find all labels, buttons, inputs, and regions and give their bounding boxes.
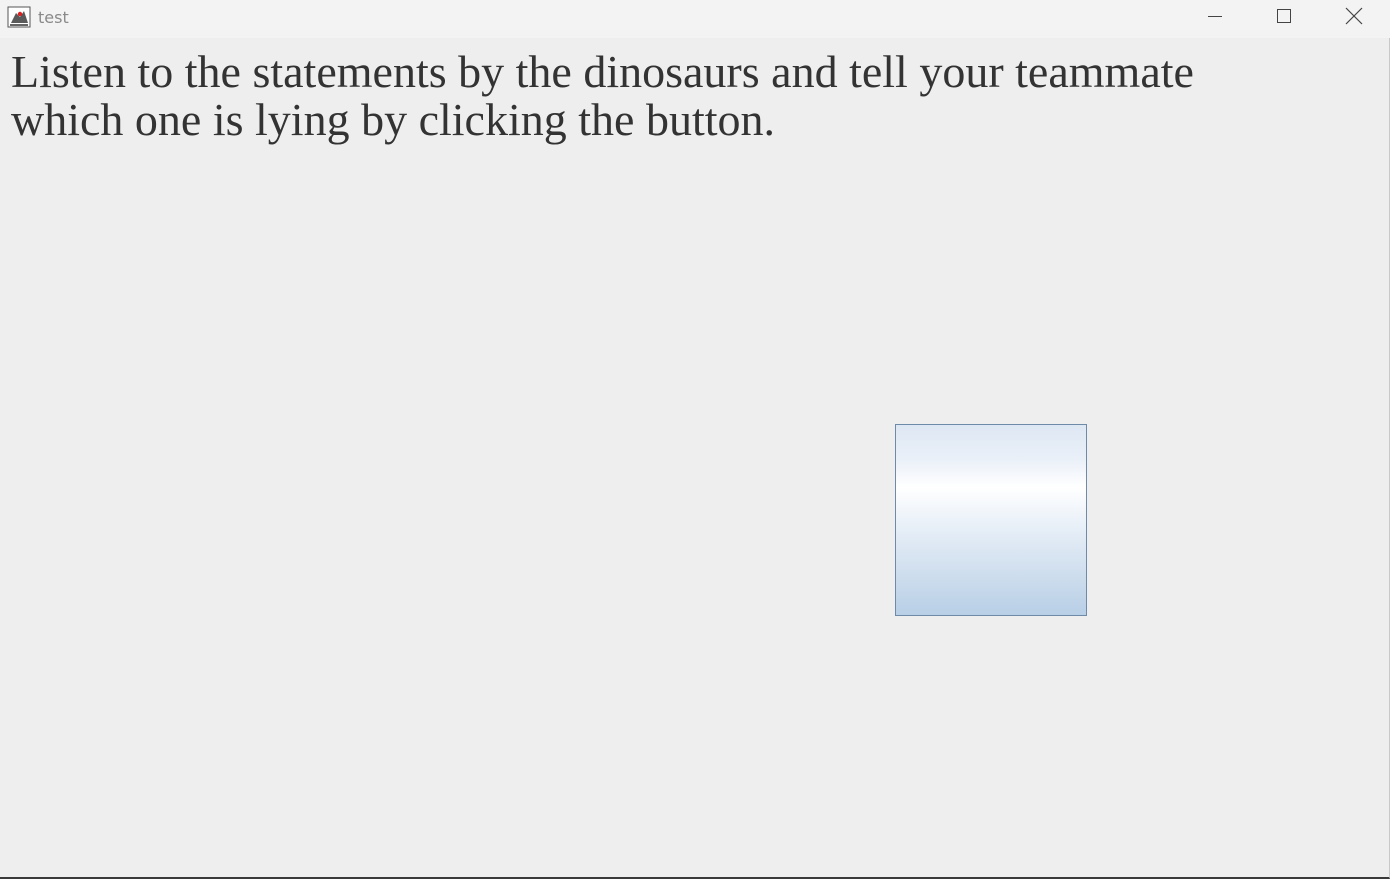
- title-bar[interactable]: test: [0, 0, 1390, 38]
- java-duke-icon: [7, 5, 31, 29]
- liar-select-button[interactable]: [895, 424, 1087, 616]
- instruction-text: Listen to the statements by the dinosaur…: [11, 48, 1311, 144]
- maximize-button[interactable]: [1249, 0, 1319, 36]
- app-window: test Listen to the statements by the din…: [0, 0, 1390, 879]
- minimize-icon: [1207, 8, 1223, 29]
- instruction-line-1: Listen to the statements by the dinosaur…: [11, 46, 1194, 97]
- maximize-icon: [1276, 8, 1292, 29]
- close-icon: [1345, 7, 1363, 30]
- close-button[interactable]: [1319, 0, 1389, 36]
- window-title: test: [38, 8, 69, 27]
- instruction-line-2: which one is lying by clicking the butto…: [11, 94, 776, 145]
- minimize-button[interactable]: [1180, 0, 1250, 36]
